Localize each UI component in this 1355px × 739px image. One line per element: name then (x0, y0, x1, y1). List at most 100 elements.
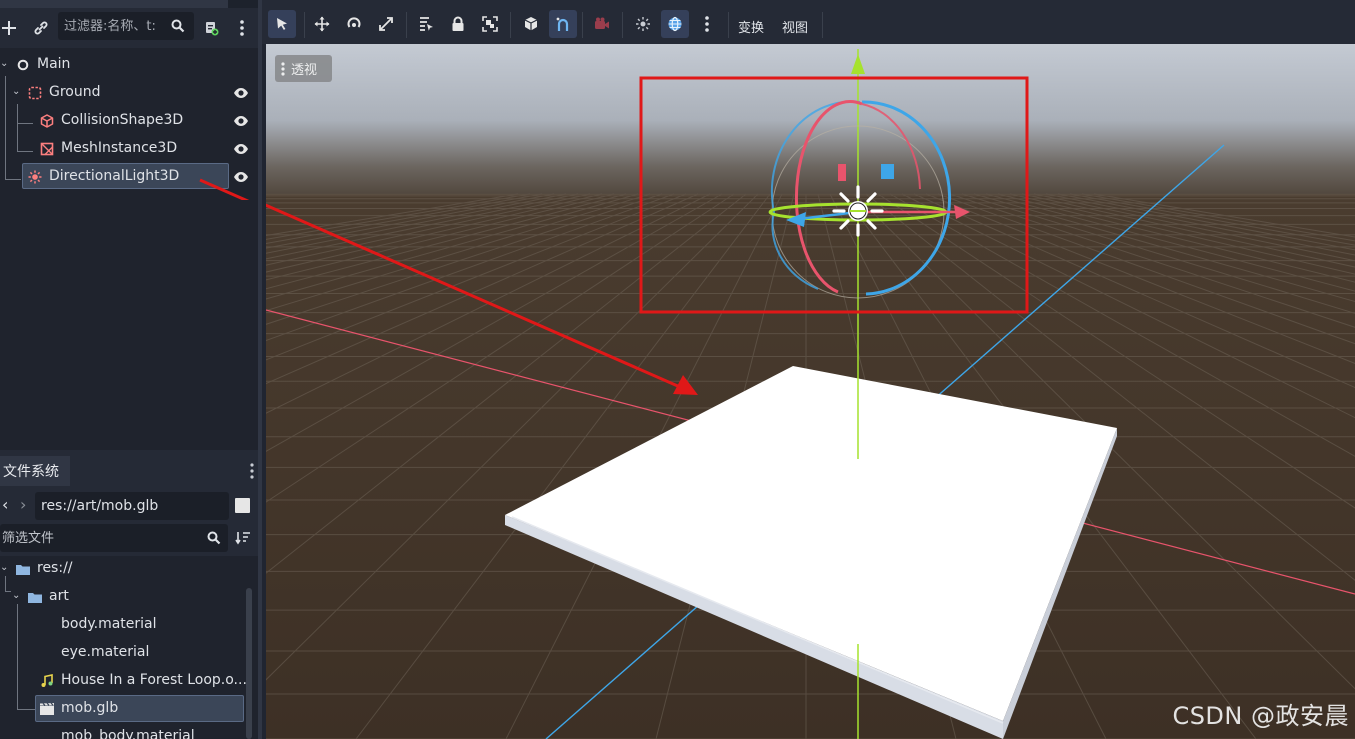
sun-preview-button[interactable] (629, 10, 657, 38)
file-item-res-root[interactable]: ⌄ res:// (0, 556, 258, 582)
path-input[interactable] (41, 496, 225, 516)
chevron-down-icon[interactable]: ⌄ (12, 590, 20, 601)
group-button[interactable] (476, 10, 504, 38)
file-item-body-material[interactable]: body.material (0, 612, 258, 638)
file-item-mob-glb[interactable]: mob.glb (0, 696, 258, 722)
pointer-icon (277, 18, 287, 30)
perspective-label: 透视 (291, 63, 318, 78)
folder-icon (15, 561, 31, 577)
kebab-menu-icon (250, 463, 254, 479)
local-space-button[interactable] (517, 10, 545, 38)
toolbar-separator (510, 12, 511, 38)
3d-viewport: 变换 视图 透视 (262, 0, 1355, 739)
filesystem-dock: 文件系统 ‹ › ⌄ (0, 456, 262, 739)
scene-dock-menu-button[interactable] (232, 14, 252, 42)
preview-menu-button[interactable] (693, 10, 721, 38)
attach-script-button[interactable] (200, 14, 222, 42)
move-mode-button[interactable] (308, 10, 336, 38)
3d-scene[interactable] (266, 44, 1355, 739)
watermark: CSDN @政安晨 (1172, 702, 1349, 730)
snap-button[interactable] (549, 10, 577, 38)
sort-icon[interactable] (235, 530, 251, 546)
move-icon (314, 16, 330, 32)
3d-view[interactable]: 透视 (266, 44, 1355, 739)
select-mode-button[interactable] (268, 10, 296, 38)
camera-preview-button[interactable] (588, 10, 616, 38)
view-menu[interactable]: 视图 (782, 17, 808, 36)
perspective-menu-button[interactable]: 透视 (275, 55, 332, 82)
globe-icon (668, 16, 682, 32)
chevron-down-icon[interactable]: ⌄ (0, 562, 8, 573)
tree-node-collisionshape3d[interactable]: CollisionShape3D (0, 108, 258, 134)
file-item-label: mob_body.material (61, 728, 195, 739)
tab-filesystem[interactable]: 文件系统 (0, 456, 70, 486)
back-arrow-icon[interactable]: ‹ (2, 495, 8, 514)
file-item-audio[interactable]: House In a Forest Loop.o... (0, 668, 258, 694)
forward-arrow-icon[interactable]: › (20, 495, 26, 514)
link-icon (34, 21, 48, 35)
packed-scene-icon (39, 701, 55, 717)
rotate-mode-button[interactable] (340, 10, 368, 38)
scene-tab[interactable] (0, 0, 228, 8)
file-item-label: res:// (37, 560, 73, 576)
plus-icon (2, 21, 16, 35)
left-dock: ⌄ Main ⌄ Ground CollisionShape (0, 0, 262, 739)
cube-icon (524, 17, 538, 31)
file-item-eye-material[interactable]: eye.material (0, 640, 258, 666)
script-add-icon (206, 22, 219, 36)
file-item-label: House In a Forest Loop.o... (61, 672, 247, 688)
visibility-eye-icon[interactable] (233, 114, 249, 128)
environment-preview-button[interactable] (661, 10, 689, 38)
add-node-button[interactable] (0, 14, 18, 42)
scene-dock: ⌄ Main ⌄ Ground CollisionShape (0, 0, 262, 452)
filesystem-menu-button[interactable] (246, 460, 258, 482)
lock-icon (452, 16, 464, 31)
toggle-split-mode-icon[interactable] (235, 498, 250, 513)
kebab-menu-icon (240, 20, 244, 36)
rotate-icon (347, 17, 361, 28)
instance-scene-button[interactable] (28, 14, 54, 42)
scale-mode-button[interactable] (372, 10, 400, 38)
visibility-eye-icon[interactable] (233, 86, 249, 100)
file-tree-scrollbar[interactable] (246, 588, 252, 739)
chevron-down-icon[interactable]: ⌄ (12, 86, 20, 97)
toolbar-separator (622, 12, 623, 38)
tree-node-main[interactable]: ⌄ Main (0, 52, 258, 78)
viewport-toolbar: 变换 视图 (262, 0, 1355, 44)
file-item-art[interactable]: ⌄ art (0, 584, 258, 610)
dock-tab-strip (0, 0, 262, 8)
search-icon[interactable] (171, 19, 185, 33)
audio-file-icon (39, 673, 55, 689)
toolbar-separator (406, 12, 407, 38)
file-tree: ⌄ res:// ⌄ art body.material eye.materia… (0, 556, 258, 739)
visibility-eye-icon[interactable] (233, 170, 249, 184)
scene-filter-input[interactable] (64, 16, 166, 36)
file-item-label: eye.material (61, 644, 150, 660)
tree-node-directionallight3d[interactable]: DirectionalLight3D (0, 164, 258, 190)
toolbar-separator (728, 12, 729, 38)
file-filter-input[interactable] (2, 528, 192, 548)
toolbar-separator (822, 12, 823, 38)
search-icon[interactable] (207, 531, 221, 545)
sun-icon (636, 17, 650, 31)
scale-icon (379, 17, 393, 31)
tree-node-label: DirectionalLight3D (49, 168, 180, 184)
scene-tree: ⌄ Main ⌄ Ground CollisionShape3D MeshIns… (0, 48, 258, 450)
folder-icon (27, 589, 43, 605)
tree-node-label: MeshInstance3D (61, 140, 178, 156)
list-select-icon (420, 17, 433, 31)
list-select-button[interactable] (412, 10, 440, 38)
file-item-mob-body-material[interactable]: mob_body.material (0, 724, 258, 739)
collision-shape-icon (39, 113, 55, 129)
mesh-instance-icon (39, 141, 55, 157)
tree-node-ground[interactable]: ⌄ Ground (0, 80, 258, 106)
chevron-down-icon[interactable]: ⌄ (0, 58, 8, 69)
kebab-menu-icon (281, 61, 285, 76)
toolbar-separator (582, 12, 583, 38)
lock-button[interactable] (444, 10, 472, 38)
transform-menu[interactable]: 变换 (738, 17, 764, 36)
visibility-eye-icon[interactable] (233, 142, 249, 156)
sky (266, 44, 1355, 214)
tree-node-meshinstance3d[interactable]: MeshInstance3D (0, 136, 258, 162)
path-field (35, 492, 229, 520)
